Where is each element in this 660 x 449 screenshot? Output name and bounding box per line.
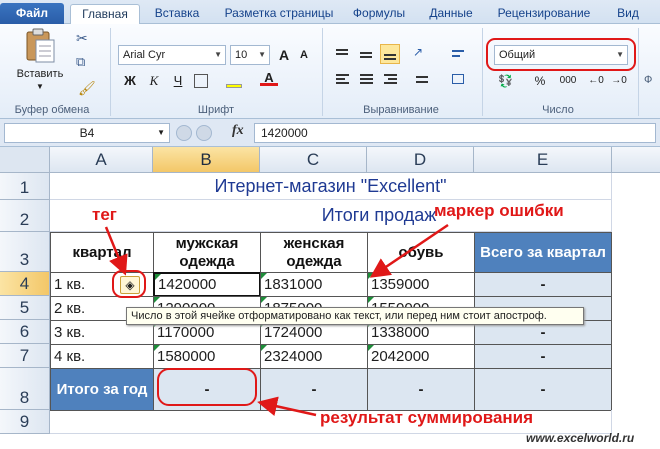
formula-input[interactable]: 1420000 (254, 123, 656, 143)
font-name-value: Arial Cyr (123, 49, 166, 61)
formula-enter-icon (196, 125, 212, 141)
thousands-button[interactable]: 000 (554, 70, 582, 92)
chevron-down-icon: ▼ (36, 82, 44, 91)
indent-icon[interactable] (412, 70, 432, 90)
grow-font-button[interactable]: A (274, 44, 294, 66)
clipboard-group-label: Буфер обмена (14, 104, 90, 116)
font-group-label: Шрифт (197, 104, 235, 116)
name-box[interactable]: B4 ▼ (4, 123, 170, 143)
shrink-font-button[interactable]: A (294, 44, 314, 66)
tab-file[interactable]: Файл (0, 3, 64, 24)
increase-decimal-icon[interactable]: ←0 (586, 70, 606, 92)
font-name-combo[interactable]: Arial Cyr ▼ (118, 45, 226, 65)
align-right-button[interactable] (380, 70, 400, 90)
align-middle-button[interactable] (356, 44, 376, 64)
cut-icon[interactable]: ✂ (76, 30, 88, 47)
font-size-combo[interactable]: 10 ▼ (230, 45, 270, 65)
currency-icon[interactable]: 💱 (498, 74, 524, 90)
number-group-label: Число (542, 104, 574, 116)
italic-button[interactable]: К (144, 70, 164, 92)
formula-cancel-icon (176, 125, 192, 141)
tab-insert[interactable]: Вставка (146, 4, 208, 24)
chevron-down-icon: ▼ (258, 50, 266, 59)
group-divider (322, 28, 323, 116)
bold-button[interactable]: Ж (120, 70, 140, 92)
wrap-text-icon[interactable] (448, 44, 468, 64)
ribbon: Вставить ▼ ✂ ⧉ 🖌 Буфер обмена Arial Cyr ▼… (0, 24, 660, 119)
styles-group-edge: Ф (644, 74, 653, 86)
fill-color-icon[interactable] (226, 72, 242, 88)
align-bottom-button[interactable] (380, 44, 400, 64)
percent-button[interactable]: % (530, 70, 550, 92)
sum-result-arrow (257, 396, 317, 417)
tag-arrow (104, 226, 128, 276)
font-color-icon[interactable]: A (260, 70, 278, 88)
alignment-group-label: Выравнивание (363, 104, 439, 116)
format-highlight-ring (486, 38, 636, 71)
merge-cells-icon[interactable] (448, 70, 468, 90)
underline-button[interactable]: Ч (168, 70, 188, 92)
copy-icon[interactable]: ⧉ (76, 54, 85, 70)
font-size-value: 10 (235, 49, 248, 61)
tab-page-layout[interactable]: Разметка страницы (214, 4, 344, 24)
decrease-decimal-icon[interactable]: →0 (608, 70, 630, 92)
group-divider (638, 28, 639, 116)
paste-button[interactable]: Вставить ▼ (12, 28, 68, 92)
annotation-arrows (104, 223, 449, 417)
tab-view[interactable]: Вид (608, 4, 648, 24)
tab-review[interactable]: Рецензирование (488, 4, 600, 24)
ribbon-tab-bar: Файл Главная Вставка Разметка страницы Ф… (0, 0, 660, 24)
align-left-button[interactable] (332, 70, 352, 90)
error-marker-arrow (369, 223, 449, 278)
orientation-icon[interactable]: ↗ (412, 44, 432, 64)
name-box-value: B4 (79, 126, 95, 140)
paste-label: Вставить (16, 68, 64, 80)
group-divider (110, 28, 111, 116)
clipboard-icon (26, 28, 55, 63)
worksheet-grid: A B C D E 1 2 3 4 5 6 7 8 9 Итернет-мага… (0, 147, 660, 449)
group-divider (482, 28, 483, 116)
format-painter-icon[interactable]: 🖌 (78, 80, 96, 97)
align-center-button[interactable] (356, 70, 376, 90)
insert-function-button[interactable]: fx (232, 123, 244, 139)
tab-data[interactable]: Данные (420, 4, 482, 24)
align-top-button[interactable] (332, 44, 352, 64)
tab-formulas[interactable]: Формулы (346, 4, 412, 24)
chevron-down-icon: ▼ (157, 128, 165, 137)
chevron-down-icon: ▼ (214, 50, 222, 59)
tab-home[interactable]: Главная (70, 4, 140, 24)
formula-bar: B4 ▼ fx 1420000 (0, 119, 660, 147)
borders-icon[interactable] (194, 74, 208, 88)
watermark: www.excelworld.ru (526, 431, 635, 445)
